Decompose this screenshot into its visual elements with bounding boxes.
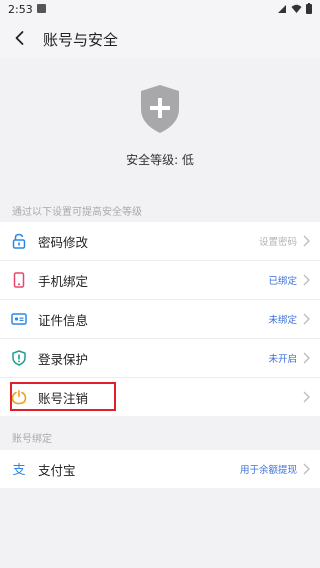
phone-icon [13, 272, 25, 288]
id-card-icon [11, 313, 27, 325]
status-icons [277, 3, 312, 14]
section-tip-improve: 通过以下设置可提高安全等级 [12, 207, 142, 218]
chevron-right-icon [303, 463, 310, 475]
shield-alert-icon [12, 350, 26, 366]
row-alipay[interactable]: 支 支付宝 用于余额提现 [0, 450, 320, 488]
row-value: 未开启 [268, 354, 297, 365]
row-login-protection[interactable]: 登录保护 未开启 [0, 339, 320, 378]
row-label: 账号注销 [38, 390, 89, 406]
row-value: 用于余额提现 [239, 465, 297, 476]
row-value: 已绑定 [268, 276, 297, 287]
header: 账号与安全 [0, 20, 320, 58]
signal-icon [278, 4, 286, 13]
chevron-right-icon [303, 235, 310, 247]
chevron-right-icon [303, 352, 310, 364]
status-time: 2:53 [8, 3, 33, 16]
row-value: 未绑定 [268, 315, 297, 326]
shield-plus-icon [141, 85, 179, 133]
row-label: 手机绑定 [38, 273, 89, 289]
lock-icon [12, 233, 26, 249]
chevron-right-icon [303, 274, 310, 286]
row-label: 支付宝 [38, 462, 76, 478]
back-arrow-icon[interactable] [12, 30, 28, 46]
row-phone[interactable]: 手机绑定 已绑定 [0, 261, 320, 300]
svg-text:支: 支 [12, 463, 25, 477]
row-label: 登录保护 [38, 351, 89, 367]
chevron-right-icon [303, 391, 310, 403]
alipay-icon: 支 [12, 463, 25, 477]
row-value: 设置密码 [258, 237, 297, 248]
security-level-panel: 安全等级: 低 [0, 58, 320, 182]
power-icon [11, 390, 27, 405]
row-password[interactable]: 密码修改 设置密码 [0, 222, 320, 261]
section-tip-binding: 账号绑定 [12, 434, 52, 445]
notification-icon [37, 4, 46, 13]
row-account-cancel[interactable]: 账号注销 [0, 378, 320, 416]
chevron-right-icon [303, 313, 310, 325]
row-label: 密码修改 [38, 234, 89, 250]
account-binding-list: 支 支付宝 用于余额提现 [0, 450, 320, 488]
wifi-icon [291, 4, 302, 13]
security-level-text: 安全等级: 低 [126, 153, 194, 167]
row-label: 证件信息 [38, 312, 89, 328]
row-id-info[interactable]: 证件信息 未绑定 [0, 300, 320, 339]
page-title: 账号与安全 [43, 31, 119, 49]
security-settings-list: 密码修改 设置密码 手机绑定 已绑定 证件信息 未绑定 登录保护 未开启 账号注… [0, 222, 320, 416]
battery-icon [306, 3, 312, 14]
status-bar: 2:53 [0, 0, 320, 20]
